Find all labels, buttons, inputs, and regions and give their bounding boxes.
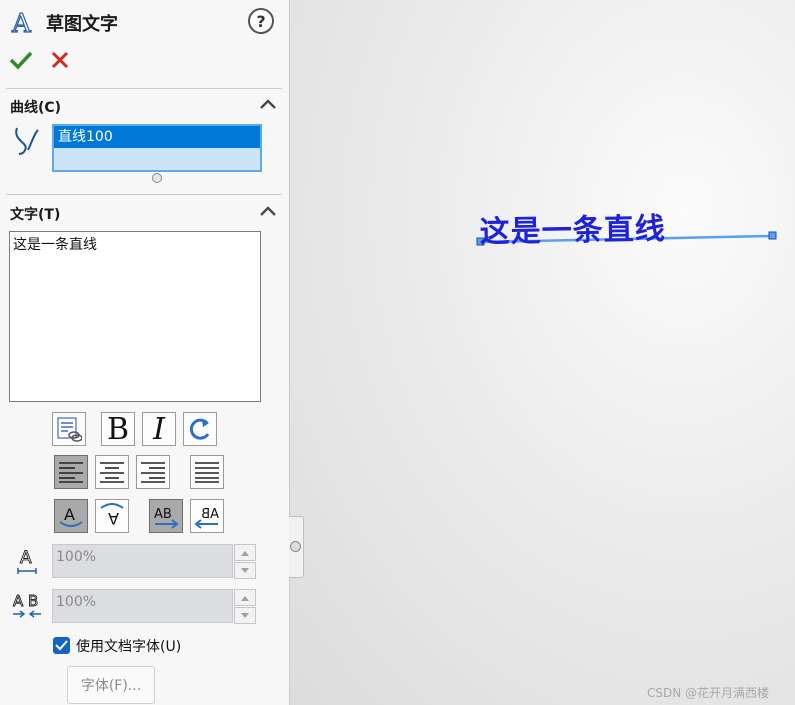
svg-text:AB: AB [201, 507, 219, 522]
text-forward-icon: AB [154, 507, 179, 529]
width-factor-up-button[interactable] [234, 544, 256, 561]
sketch-text-icon: A [10, 8, 32, 36]
spin-down-icon [241, 612, 249, 618]
panel-collapse-tab[interactable] [289, 516, 304, 578]
text-collapse-chevron-icon[interactable] [258, 204, 278, 218]
checkbox-check-icon [55, 640, 68, 651]
align-right-button[interactable] [136, 455, 170, 489]
rotate-button[interactable] [183, 412, 217, 446]
svg-text:B: B [28, 592, 38, 610]
text-reverse-icon: AB [194, 507, 219, 529]
collapse-handle-icon [290, 541, 301, 552]
text-flipped-icon: A [100, 503, 124, 528]
ok-button[interactable] [8, 48, 34, 72]
align-right-icon [141, 462, 165, 483]
spin-down-icon [241, 567, 249, 573]
section-divider [6, 88, 282, 89]
char-spacing-up-button[interactable] [234, 589, 256, 606]
justify-button[interactable] [190, 455, 224, 489]
curve-icon [15, 127, 39, 155]
text-upright-icon: A [59, 505, 83, 527]
svg-text:A: A [108, 509, 119, 528]
char-spacing-down-button[interactable] [234, 607, 256, 624]
rotate-icon [189, 418, 210, 440]
graphics-area[interactable]: 这是一条直线 CSDN @花开月满西楼 [290, 0, 795, 705]
line-end-point[interactable] [768, 231, 777, 240]
svg-text:AB: AB [154, 507, 172, 522]
help-button[interactable]: ? [248, 8, 274, 34]
italic-button[interactable]: I [142, 411, 176, 447]
cancel-button[interactable] [49, 49, 71, 71]
listbox-resize-handle[interactable] [152, 173, 162, 183]
svg-text:A: A [13, 592, 24, 610]
char-spacing-input[interactable]: 100% [52, 589, 233, 623]
sketch-canvas[interactable] [290, 0, 795, 705]
spin-up-icon [241, 550, 249, 556]
svg-text:A: A [11, 9, 32, 36]
width-factor-down-button[interactable] [234, 562, 256, 579]
curve-listbox[interactable]: 直线100 [52, 124, 262, 172]
width-factor-icon: A [17, 548, 37, 574]
text-direction-reverse-button[interactable]: AB [190, 499, 224, 533]
text-direction-forward-button[interactable]: AB [149, 499, 183, 533]
watermark: CSDN @花开月满西楼 [647, 686, 770, 700]
panel-title: 草图文字 [46, 14, 118, 35]
close-icon [51, 51, 69, 69]
justify-icon [195, 462, 219, 483]
sketch-text-input[interactable]: 这是一条直线 [9, 231, 261, 402]
flip-upside-button[interactable]: A [95, 499, 129, 533]
help-icon: ? [256, 11, 266, 31]
curve-list-item[interactable]: 直线100 [54, 126, 260, 148]
property-manager-panel: A 草图文字 ? 曲线(C) 直线100 文字(T) 这是一条直线 B I A … [0, 0, 289, 705]
font-button[interactable]: 字体(F)... [67, 666, 155, 704]
align-center-icon [100, 462, 124, 483]
bold-button[interactable]: B [101, 411, 135, 447]
spin-up-icon [241, 595, 249, 601]
use-doc-font-label: 使用文档字体(U) [76, 639, 182, 655]
link-property-icon [57, 417, 82, 442]
bold-icon: B [106, 411, 130, 447]
section-divider [6, 194, 282, 195]
svg-text:A: A [20, 548, 32, 568]
flip-vertical-button[interactable]: A [54, 499, 88, 533]
curve-collapse-chevron-icon[interactable] [258, 97, 278, 111]
sketch-text-on-curve[interactable]: 这是一条直线 [479, 204, 666, 251]
link-to-property-button[interactable] [52, 412, 86, 446]
text-section-title: 文字(T) [10, 207, 61, 223]
width-factor-input[interactable]: 100% [52, 544, 233, 578]
align-left-button[interactable] [54, 455, 88, 489]
use-doc-font-checkbox[interactable] [53, 637, 70, 654]
svg-text:A: A [64, 505, 75, 524]
checkmark-icon [9, 51, 33, 70]
align-left-icon [59, 462, 83, 483]
curve-section-title: 曲线(C) [10, 100, 62, 116]
align-center-button[interactable] [95, 455, 129, 489]
italic-icon: I [153, 411, 165, 447]
char-spacing-icon: A B [13, 592, 41, 618]
